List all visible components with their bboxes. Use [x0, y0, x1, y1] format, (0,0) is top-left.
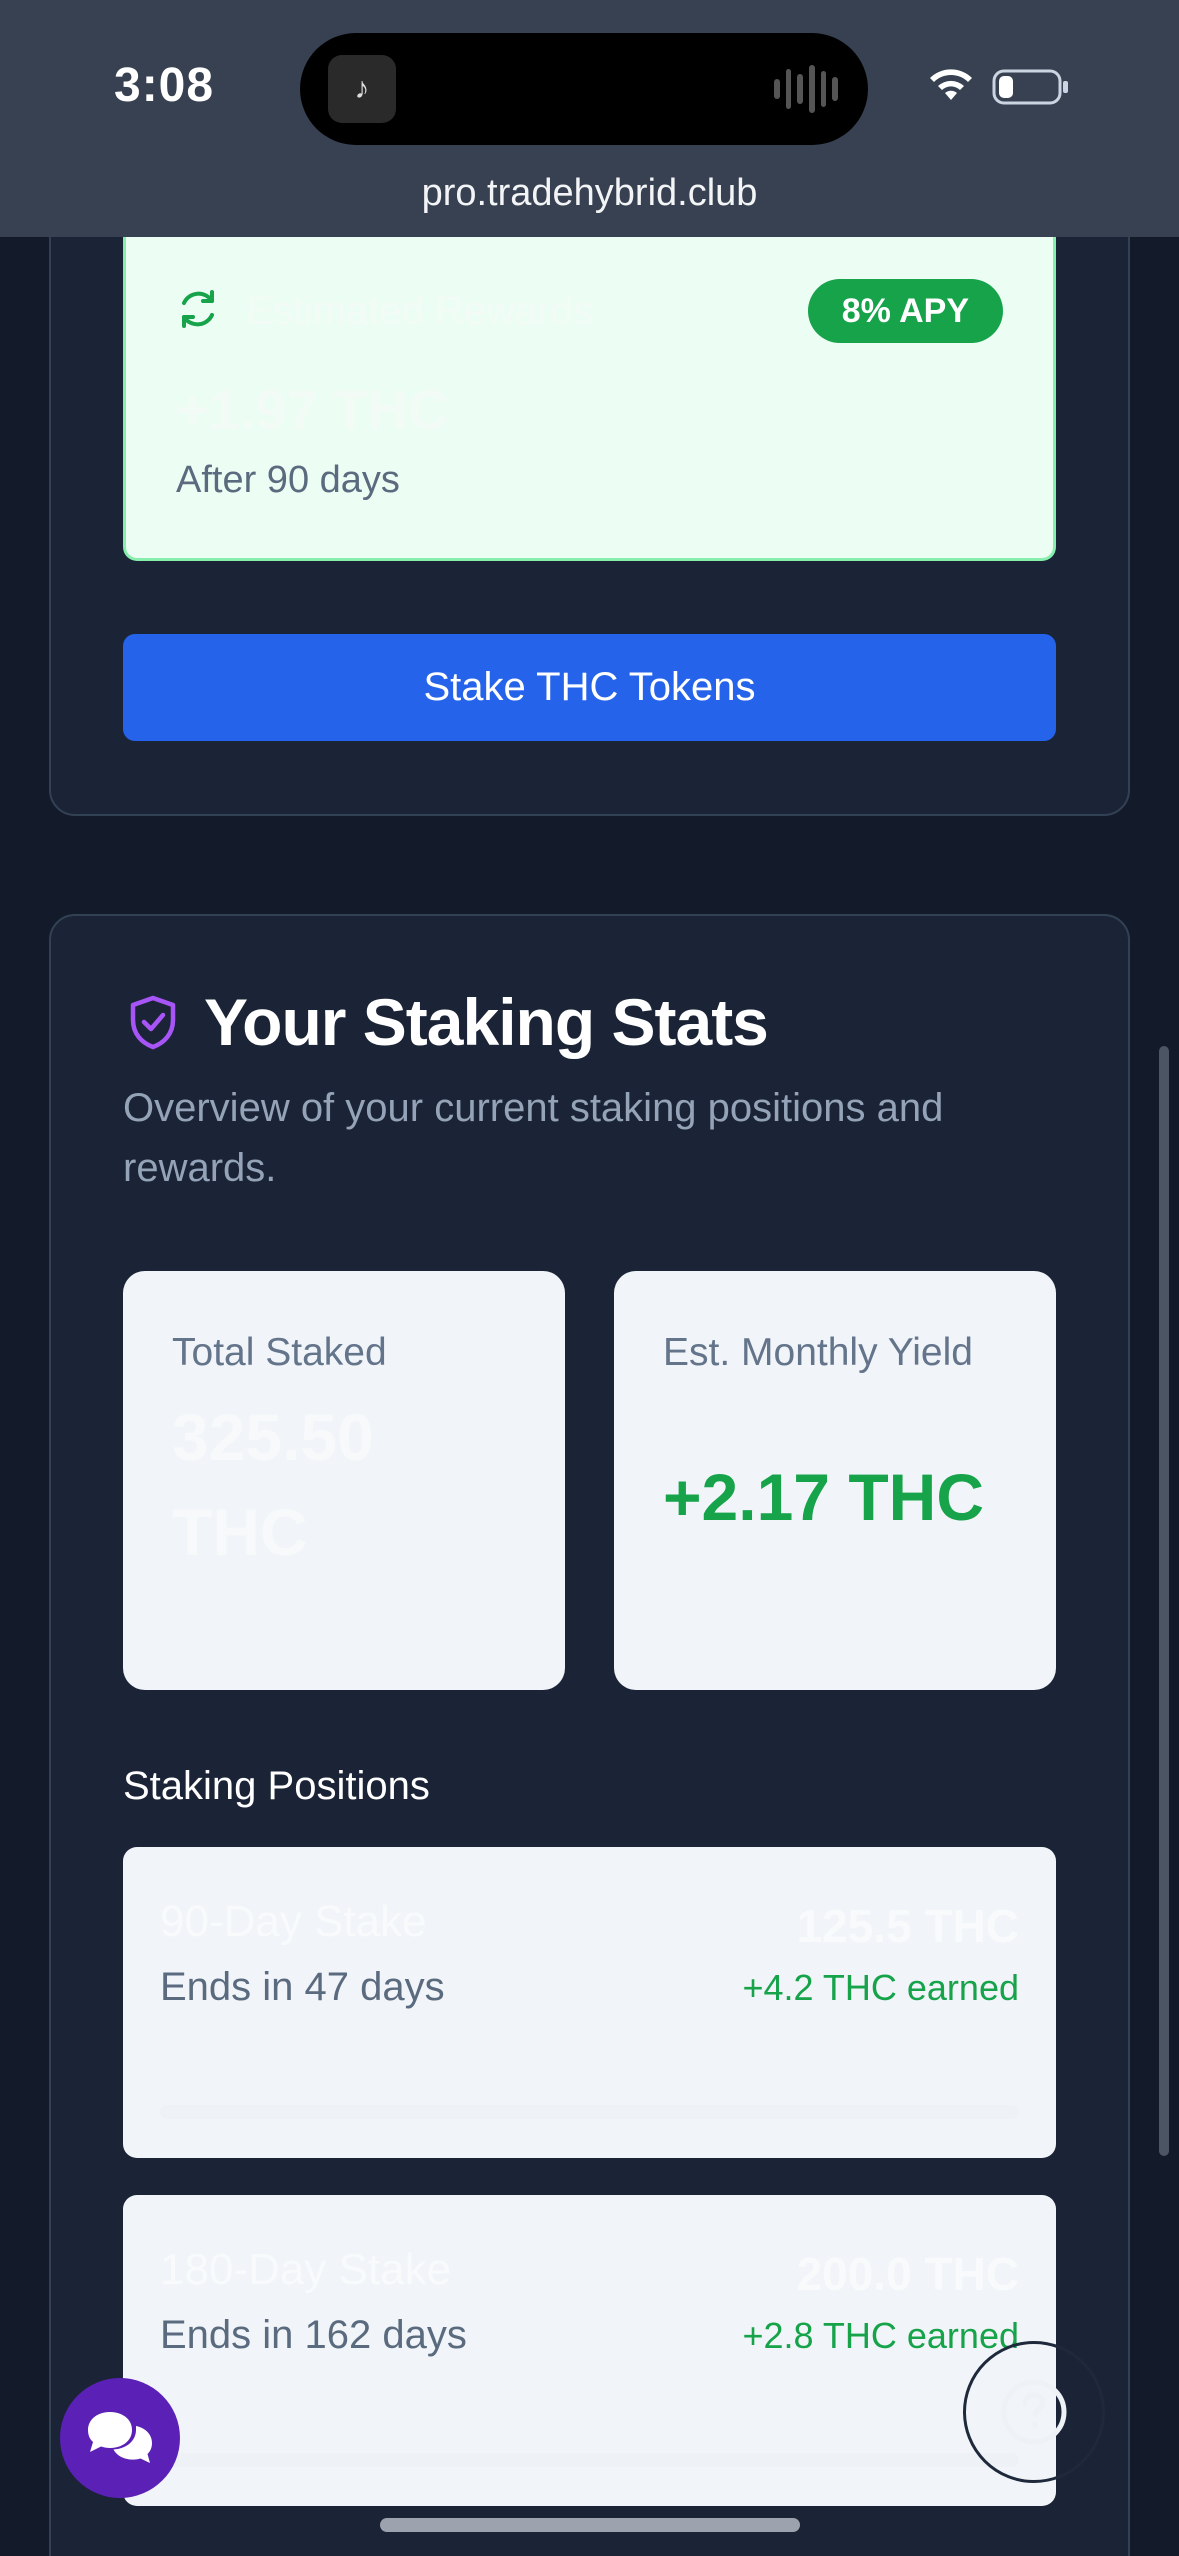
music-app-icon: ♪ [328, 55, 396, 123]
total-staked-label: Total Staked [172, 1331, 387, 1374]
help-button[interactable] [963, 2341, 1105, 2483]
page: 3:08 ♪ pro.tradehybrid.club Estimated Re [0, 0, 1179, 2556]
browser-top-bar: 3:08 ♪ pro.tradehybrid.club [0, 0, 1179, 237]
position-progress-label: Progress [160, 2043, 297, 2081]
page-scrollbar[interactable] [1159, 1046, 1169, 2156]
monthly-yield-value: +2.17 THC [663, 1460, 984, 1534]
apy-badge: 8% APY [807, 279, 1003, 343]
position-progress-value: 48% [950, 2043, 1019, 2081]
battery-icon [992, 69, 1068, 105]
position-amount: 200.0 THC [796, 2248, 1019, 2300]
chat-button[interactable] [60, 2378, 180, 2498]
audio-wave-icon [774, 63, 839, 115]
total-staked-value: 325.50 THC [172, 1400, 374, 1569]
stats-title: Your Staking Stats [204, 985, 769, 1059]
dynamic-island: ♪ [300, 33, 868, 145]
stats-description: Overview of your current staking positio… [123, 1086, 944, 1190]
chat-icon [88, 2412, 152, 2463]
position-name: 90-Day Stake [160, 1897, 427, 1946]
shield-check-icon [130, 995, 176, 1050]
position-progress-bar [160, 2105, 1019, 2119]
position-end-time: Ends in 47 days [160, 1965, 445, 2009]
estimated-rewards-title: Estimated Rewards [246, 289, 593, 333]
stake-thc-button[interactable]: Stake THC Tokens [123, 634, 1056, 741]
position-earned: +4.2 THC earned [742, 1967, 1019, 2008]
home-indicator[interactable] [380, 2518, 800, 2532]
position-end-time: Ends in 162 days [160, 2313, 467, 2357]
stats-header: Your Staking Stats [128, 982, 769, 1062]
refresh-icon [182, 290, 214, 328]
wifi-icon [930, 69, 972, 100]
monthly-yield-label: Est. Monthly Yield [663, 1331, 973, 1374]
estimated-reward-amount: +1.97 THC [176, 378, 449, 441]
position-progress-label: Progress [160, 2391, 297, 2429]
position-earned: +2.8 THC earned [742, 2315, 1019, 2356]
positions-heading: Staking Positions [123, 1764, 430, 1808]
position-progress-fill [160, 2105, 573, 2119]
position-name: 180-Day Stake [160, 2245, 452, 2294]
position-card[interactable]: 90-Day Stake 125.5 THC Ends in 47 days +… [123, 1847, 1056, 2158]
url-bar[interactable]: pro.tradehybrid.club [0, 172, 1179, 215]
position-card[interactable]: 180-Day Stake 200.0 THC Ends in 162 days… [123, 2195, 1056, 2506]
reward-duration-text: After 90 days [176, 459, 400, 501]
position-amount: 125.5 THC [796, 1900, 1019, 1952]
estimated-rewards-box: Estimated Rewards 8% APY +1.97 THC After… [123, 237, 1056, 561]
help-icon [1001, 2379, 1067, 2445]
position-progress-bar [160, 2453, 1019, 2467]
status-time: 3:08 [114, 59, 215, 112]
